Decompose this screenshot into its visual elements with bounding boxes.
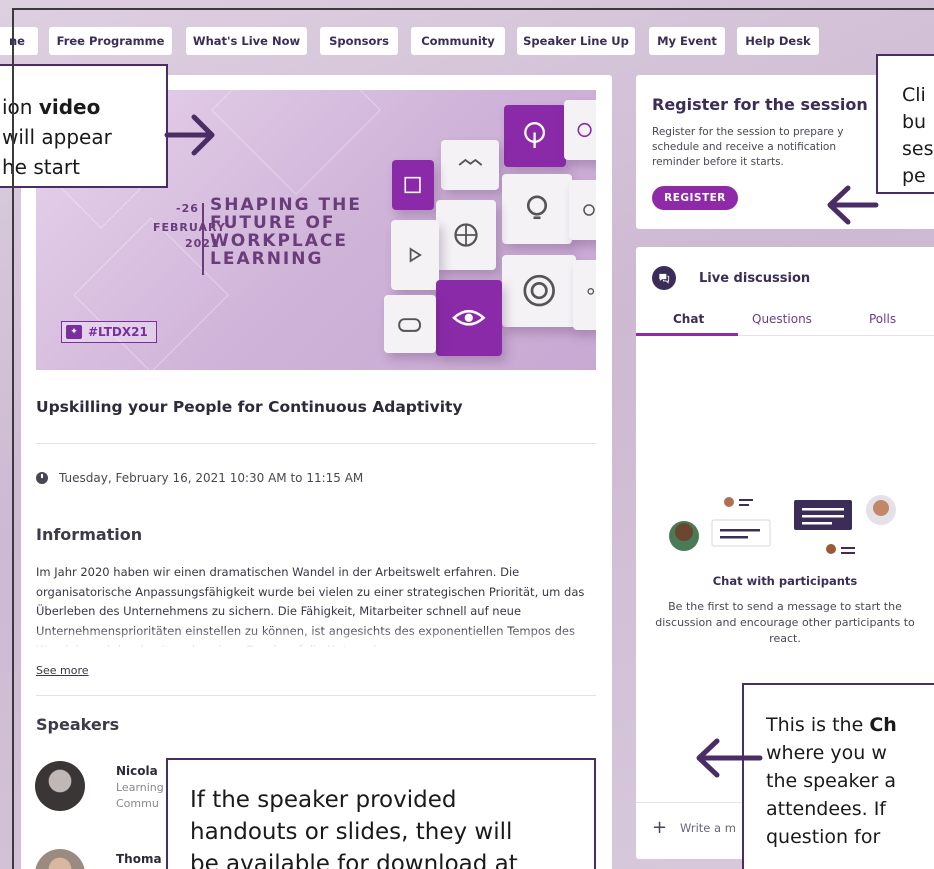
nav-item-speaker-line-up[interactable]: Speaker Line Up — [517, 27, 635, 55]
banner-hashtag: ✦ #LTDX21 — [61, 321, 157, 343]
banner-decor-hexagon — [211, 90, 381, 195]
callout-register: Cli bu ses pe — [876, 54, 934, 194]
clock-icon — [36, 472, 48, 484]
tab-chat[interactable]: Chat — [673, 312, 704, 326]
cube-gamepad-icon — [384, 295, 436, 353]
callout-line: handouts or slides, they will — [190, 819, 513, 845]
cube-touch-icon — [504, 105, 566, 167]
active-tab-indicator — [636, 333, 738, 336]
speaker-name[interactable]: Thoma — [116, 852, 162, 866]
session-datetime-text: Tuesday, February 16, 2021 10:30 AM to 1… — [59, 471, 364, 485]
discussion-icon — [652, 266, 676, 290]
cube-abc-icon — [392, 160, 434, 210]
callout-line: will appear — [2, 125, 112, 149]
session-datetime: Tuesday, February 16, 2021 10:30 AM to 1… — [36, 471, 363, 485]
nav-item-home[interactable]: ne — [0, 27, 38, 55]
speaker-avatar[interactable] — [35, 849, 85, 869]
nav-item-label: ne — [9, 34, 25, 48]
callout-line: ses — [902, 138, 934, 160]
register-button[interactable]: REGISTER — [652, 186, 738, 210]
chat-empty-description: Be the first to send a message to start … — [655, 600, 915, 645]
callout-chat: This is the Ch where you w the speaker a… — [742, 683, 934, 869]
nav-item-label: Sponsors — [329, 34, 389, 48]
callout-emphasis: video — [38, 95, 101, 119]
cube-people-icon — [573, 260, 596, 330]
banner-date-days: -26 — [176, 202, 199, 215]
callout-text: This is the — [766, 714, 870, 736]
plus-icon[interactable]: + — [652, 817, 667, 838]
callout-line: attendees. If — [766, 798, 886, 820]
callout-text: ion — [2, 95, 39, 119]
tab-questions[interactable]: Questions — [752, 312, 812, 326]
callout-emphasis: Ch — [869, 714, 897, 736]
callout-line: Cli — [902, 84, 926, 106]
nav-item-label: What's Live Now — [192, 34, 301, 48]
speakers-heading: Speakers — [36, 715, 120, 734]
speaker-avatar[interactable] — [35, 761, 85, 811]
banner-title-line: FUTURE OF — [210, 213, 336, 233]
nav-item-label: Community — [421, 34, 495, 48]
information-heading: Information — [36, 525, 143, 544]
callout-handouts: If the speaker provided handouts or slid… — [166, 758, 596, 869]
callout-line: This is the Ch — [766, 711, 934, 739]
callout-line: question for — [766, 826, 881, 848]
tab-polls[interactable]: Polls — [869, 312, 896, 326]
banner-title-line: SHAPING THE — [210, 195, 362, 215]
cube-idea-icon — [502, 174, 572, 244]
nav-item-sponsors[interactable]: Sponsors — [320, 27, 398, 55]
cube-video-icon — [391, 220, 439, 290]
nav-item-label: Help Desk — [745, 34, 811, 48]
divider — [36, 695, 596, 696]
nav-item-help-desk[interactable]: Help Desk — [737, 27, 819, 55]
nav-item-whats-live-now[interactable]: What's Live Now — [186, 27, 307, 55]
cube-gear-icon — [569, 180, 596, 240]
banner-title: SHAPING THE FUTURE OF WORKPLACE LEARNING — [210, 196, 380, 268]
nav-item-label: Speaker Line Up — [523, 34, 629, 48]
callout-video: ion video will appear he start — [0, 64, 168, 188]
callout-line: where you w — [766, 742, 887, 764]
register-title: Register for the session — [652, 95, 868, 114]
cube-handshake-icon — [441, 140, 499, 190]
nav-item-label: My Event — [657, 34, 717, 48]
hashtag-text: #LTDX21 — [88, 325, 148, 339]
divider — [36, 443, 596, 444]
callout-line: bu — [902, 111, 927, 133]
cube-settings-icon — [564, 100, 596, 160]
nav-item-my-event[interactable]: My Event — [649, 27, 725, 55]
banner-divider — [202, 203, 204, 275]
session-title: Upskilling your People for Continuous Ad… — [36, 398, 463, 416]
cube-target-icon — [502, 255, 576, 327]
callout-line: he start — [2, 155, 80, 179]
chat-illustration — [669, 495, 896, 554]
banner-title-line: LEARNING — [210, 249, 324, 269]
speaker-name[interactable]: Nicola — [116, 764, 158, 778]
chat-empty-title: Chat with participants — [712, 574, 858, 588]
discussion-title: Live discussion — [699, 271, 811, 286]
speaker-role: Learning — [116, 781, 164, 794]
register-description: Register for the session to prepare y sc… — [652, 126, 844, 168]
callout-line: If the speaker provided — [190, 787, 457, 813]
speaker-company: Commu — [116, 797, 159, 810]
nav-item-free-programme[interactable]: Free Programme — [49, 27, 172, 55]
callout-line: ion video — [2, 92, 100, 122]
nav-item-label: Free Programme — [56, 34, 165, 48]
see-more-link[interactable]: See more — [36, 664, 89, 677]
message-input[interactable]: Write a m — [680, 821, 736, 835]
session-details-card: -26 FEBRUARY 2021 SHAPING THE FUTURE OF … — [21, 75, 612, 869]
twitter-icon: ✦ — [66, 325, 82, 339]
banner-title-line: WORKPLACE — [210, 231, 349, 251]
callout-line: be available for download at — [190, 851, 518, 869]
nav-item-community[interactable]: Community — [411, 27, 505, 55]
information-fade — [36, 627, 598, 649]
callout-line: pe — [902, 165, 926, 187]
cube-globe-icon — [436, 200, 496, 270]
cube-eye-icon — [436, 280, 502, 356]
callout-line: the speaker a — [766, 770, 897, 792]
